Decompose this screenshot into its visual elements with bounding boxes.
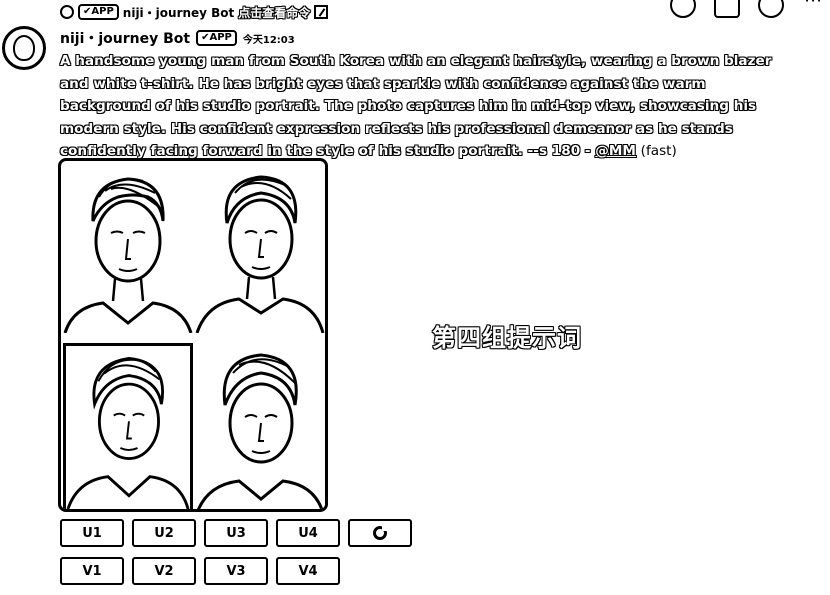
command-link[interactable]: 点击查看命令 xyxy=(238,4,310,21)
portrait-4 xyxy=(195,343,325,509)
author-name[interactable]: niji・journey Bot xyxy=(60,28,190,48)
mention[interactable]: @MM xyxy=(595,143,636,159)
generated-image-grid[interactable] xyxy=(58,158,328,512)
u1-button[interactable]: U1 xyxy=(60,519,124,547)
prompt-text: A handsome young man from South Korea wi… xyxy=(60,50,790,163)
author-app-badge: ✔APP xyxy=(196,30,237,46)
members-icon[interactable] xyxy=(758,0,784,18)
variation-row: V1 V2 V3 V4 xyxy=(60,557,340,585)
reply-icon xyxy=(60,5,74,19)
author-line: niji・journey Bot ✔APP 今天12:03 xyxy=(60,28,295,48)
v3-button[interactable]: V3 xyxy=(204,557,268,585)
u2-button[interactable]: U2 xyxy=(132,519,196,547)
portrait-3 xyxy=(63,343,193,509)
pen-icon[interactable] xyxy=(314,5,329,19)
threads-icon[interactable] xyxy=(670,0,696,18)
portrait-1 xyxy=(63,163,193,334)
v1-button[interactable]: V1 xyxy=(60,557,124,585)
avatar[interactable] xyxy=(2,26,46,70)
reply-header: ✔APP niji・journey Bot 点击查看命令 xyxy=(60,3,329,21)
timestamp: 今天12:03 xyxy=(242,34,295,46)
caption: 第四组提示词 xyxy=(432,324,582,352)
upscale-row: U1 U2 U3 U4 xyxy=(60,519,412,547)
v2-button[interactable]: V2 xyxy=(132,557,196,585)
u4-button[interactable]: U4 xyxy=(276,519,340,547)
more-icon[interactable]: ⋯ xyxy=(802,0,824,14)
app-badge: ✔APP xyxy=(78,4,119,20)
portrait-2 xyxy=(195,163,325,334)
speed-label: (fast) xyxy=(640,143,677,159)
v4-button[interactable]: V4 xyxy=(276,557,340,585)
refresh-icon xyxy=(373,526,387,540)
pin-icon[interactable] xyxy=(714,0,740,18)
reroll-button[interactable] xyxy=(348,519,412,547)
u3-button[interactable]: U3 xyxy=(204,519,268,547)
reply-bot-name[interactable]: niji・journey Bot xyxy=(123,4,235,21)
top-toolbar: ⋯ xyxy=(670,0,824,18)
egg-avatar-icon xyxy=(13,35,35,61)
